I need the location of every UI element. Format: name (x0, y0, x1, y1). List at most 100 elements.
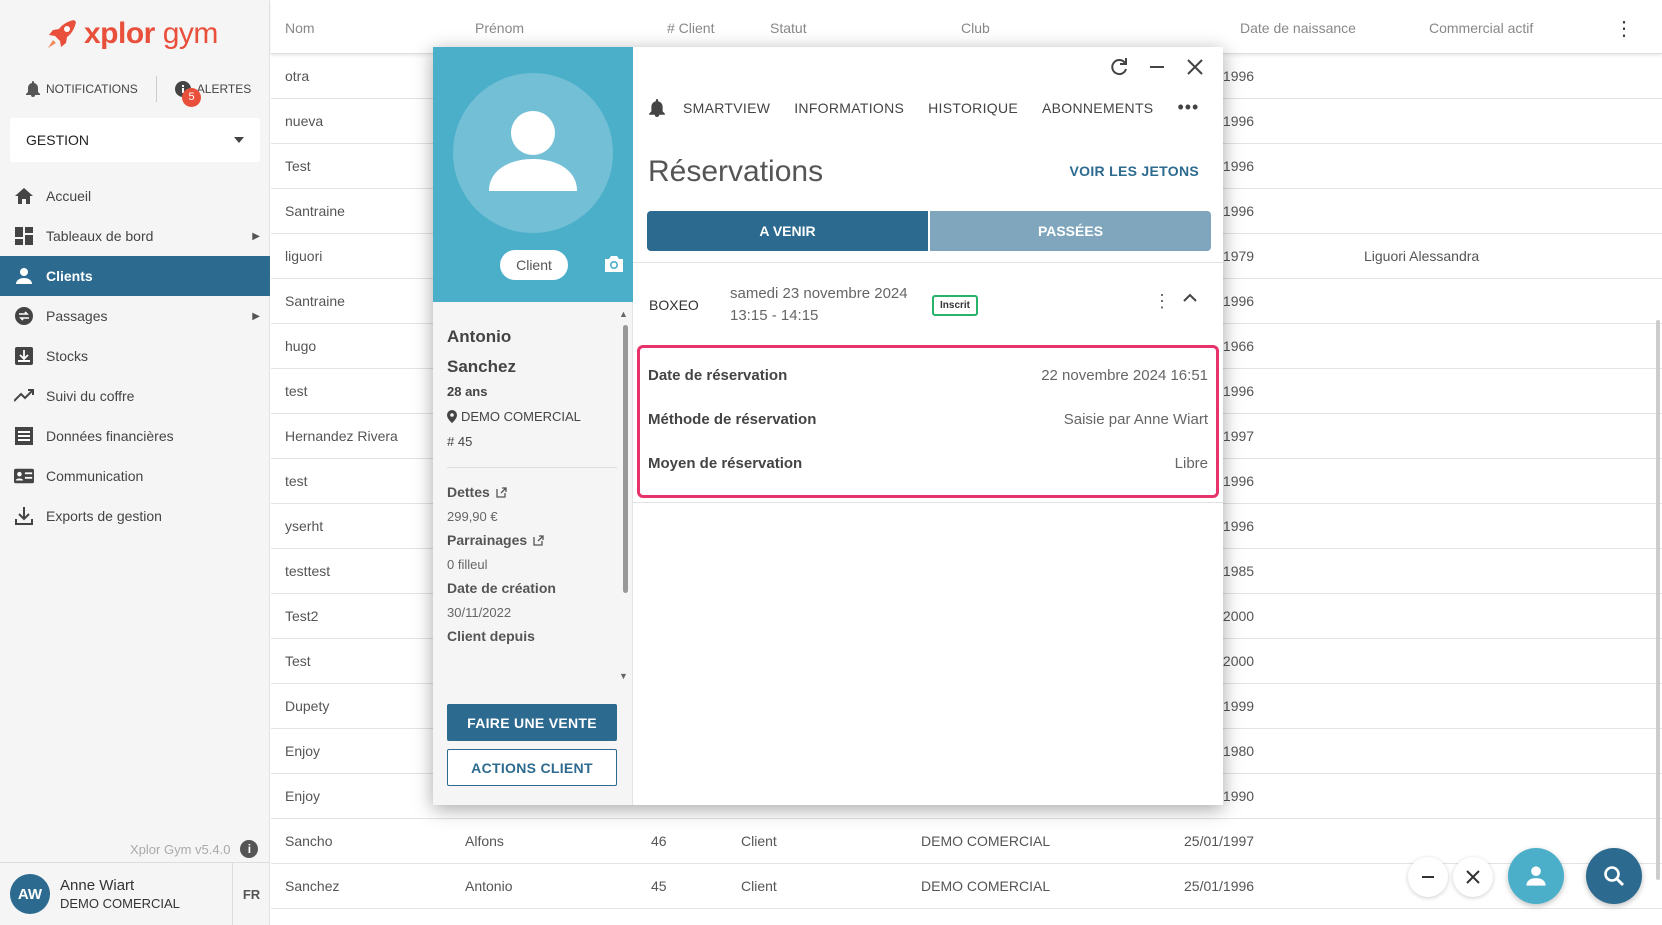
tab-abonnements[interactable]: ABONNEMENTS (1042, 100, 1153, 116)
more-vert-icon[interactable]: ⋮ (1614, 16, 1634, 41)
brand-logo[interactable]: xplor gym (44, 16, 218, 52)
tab-past[interactable]: PASSÉES (928, 211, 1211, 251)
more-vert-icon[interactable]: ⋮ (1153, 291, 1171, 312)
column-header-date-naissance[interactable]: Date de naissance (1240, 20, 1356, 36)
nav-item-label: Clients (46, 268, 93, 284)
divider (447, 467, 617, 468)
detail-tabs: SMARTVIEW INFORMATIONS HISTORIQUE ABONNE… (649, 97, 1199, 118)
user-icon (1526, 866, 1546, 886)
table-row[interactable]: Sancho Alfons 46 Client DEMO COMERCIAL 25/01/… (271, 819, 1662, 864)
reservations-segment: A VENIR PASSÉES (647, 211, 1211, 251)
client-number: # 45 (447, 434, 473, 449)
caret-right-icon: ▶ (252, 230, 260, 242)
cell-club: DEMO COMERCIAL (921, 833, 1051, 849)
referrals-label: Parrainages (447, 532, 528, 548)
open-client-button[interactable] (1508, 848, 1564, 904)
close-all-button[interactable] (1453, 857, 1493, 897)
close-icon (1466, 870, 1480, 884)
divider (155, 76, 157, 102)
cell-nom: yserht (285, 518, 324, 534)
avatar-placeholder[interactable] (453, 73, 613, 233)
language-switch[interactable]: FR (232, 863, 270, 925)
nav-item-suivi-du-coffre[interactable]: Suivi du coffre (0, 376, 270, 416)
nav-item-tableaux-de-bord[interactable]: Tableaux de bord ▶ (0, 216, 270, 256)
nav-item-donnees-financieres[interactable]: Données financières (0, 416, 270, 456)
user-name: Anne Wiart (60, 877, 135, 894)
tab-smartview[interactable]: SMARTVIEW (683, 100, 770, 116)
cell-nom: hugo (285, 338, 317, 354)
nav-item-accueil[interactable]: Accueil (0, 176, 270, 216)
top-actions: NOTIFICATIONS ALERTES (26, 76, 251, 102)
client-modal: Client Antonio Sanchez 28 ans DEMO COMER… (433, 47, 1223, 805)
cell-nom: Sanchez (285, 878, 340, 894)
bell-icon[interactable] (649, 98, 665, 117)
referrals-value: 0 filleul (447, 557, 488, 572)
scroll-up-arrow-icon[interactable]: ▲ (619, 309, 628, 319)
table-header: Nom Prénom # Client Statut Club Date de … (271, 0, 1662, 54)
camera-icon[interactable] (603, 255, 625, 273)
make-sale-button[interactable]: FAIRE UNE VENTE (447, 704, 617, 741)
column-header-nom[interactable]: Nom (285, 20, 315, 36)
client-detail-panel: SMARTVIEW INFORMATIONS HISTORIQUE ABONNE… (633, 47, 1223, 805)
nav-item-label: Exports de gestion (46, 508, 162, 524)
debts-link[interactable]: Dettes (447, 484, 617, 500)
scroll-down-arrow-icon[interactable]: ▼ (619, 671, 628, 681)
more-horiz-icon[interactable]: ••• (1177, 97, 1199, 118)
tab-informations[interactable]: INFORMATIONS (794, 100, 904, 116)
avatar[interactable]: AW (10, 874, 50, 914)
column-header-client[interactable]: # Client (667, 20, 714, 36)
info-icon[interactable]: i (240, 840, 259, 858)
contact-card-icon (14, 466, 34, 486)
booking-activity: BOXEO (649, 297, 699, 313)
referrals-link[interactable]: Parrainages (447, 532, 617, 548)
notifications-label: NOTIFICATIONS (46, 82, 138, 96)
notifications-button[interactable]: NOTIFICATIONS (26, 81, 138, 97)
detail-value: Saisie par Anne Wiart (1063, 411, 1208, 428)
nav-item-clients[interactable]: Clients (0, 256, 270, 296)
cell-nom: test (285, 383, 308, 399)
detail-row-method: Méthode de réservation Saisie par Anne W… (648, 411, 1208, 428)
column-header-statut[interactable]: Statut (770, 20, 807, 36)
refresh-icon[interactable] (1109, 57, 1129, 77)
column-header-commercial[interactable]: Commercial actif (1429, 20, 1533, 36)
card-scrollbar[interactable] (623, 325, 628, 593)
client-last-name: Sanchez (447, 357, 516, 376)
cell-club: DEMO COMERCIAL (921, 878, 1051, 894)
nav-item-label: Passages (46, 308, 108, 324)
module-select[interactable]: GESTION (10, 118, 260, 162)
home-icon (14, 186, 34, 206)
alerts-count-badge: 5 (182, 88, 201, 107)
cell-commercial: Liguori Alessandra (1364, 248, 1480, 264)
client-actions-button[interactable]: ACTIONS CLIENT (447, 749, 617, 786)
nav-item-label: Tableaux de bord (46, 228, 154, 244)
nav-item-communication[interactable]: Communication (0, 456, 270, 496)
column-header-prenom[interactable]: Prénom (475, 20, 524, 36)
cell-nom: Test (285, 158, 311, 174)
minimize-icon[interactable] (1147, 57, 1167, 77)
close-icon[interactable] (1185, 57, 1205, 77)
booking-status-badge: Inscrit (932, 295, 979, 316)
cell-nom: testtest (285, 563, 331, 579)
table-scrollbar[interactable] (1656, 320, 1660, 880)
trend-icon (14, 386, 34, 406)
detail-row-means: Moyen de réservation Libre (648, 455, 1208, 472)
detail-label: Moyen de réservation (648, 455, 803, 472)
booking-details: Date de réservation 22 novembre 2024 16:… (633, 345, 1223, 503)
debts-label: Dettes (447, 484, 490, 500)
cell-nom: Test (285, 653, 311, 669)
nav-item-passages[interactable]: Passages ▶ (0, 296, 270, 336)
user-panel[interactable]: AW Anne Wiart DEMO COMERCIAL FR (0, 862, 270, 925)
tab-historique[interactable]: HISTORIQUE (928, 100, 1018, 116)
nav-item-stocks[interactable]: Stocks (0, 336, 270, 376)
location-pin-icon (447, 410, 457, 423)
booking-date: samedi 23 novembre 2024 (730, 285, 908, 302)
view-tokens-link[interactable]: VOIR LES JETONS (1070, 163, 1200, 179)
column-header-club[interactable]: Club (961, 20, 990, 36)
search-button[interactable] (1586, 848, 1642, 904)
chevron-up-icon[interactable] (1183, 293, 1197, 302)
tab-upcoming[interactable]: A VENIR (647, 211, 928, 251)
booking-item[interactable]: BOXEO samedi 23 novembre 2024 13:15 - 14… (633, 262, 1223, 352)
caret-right-icon: ▶ (252, 310, 260, 322)
nav-item-exports-de-gestion[interactable]: Exports de gestion (0, 496, 270, 536)
minimize-all-button[interactable] (1408, 857, 1448, 897)
